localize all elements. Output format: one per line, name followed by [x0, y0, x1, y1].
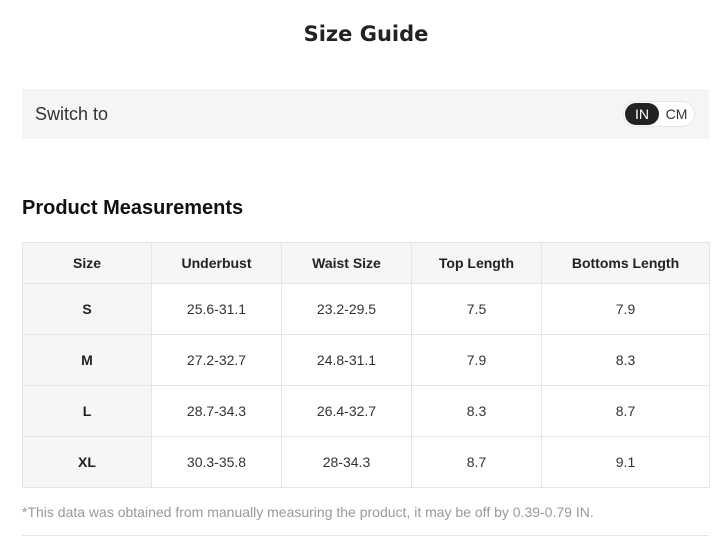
table-cell: 8.7 [411, 436, 542, 488]
section-heading: Product Measurements [22, 197, 244, 219]
unit-option-in[interactable]: IN [625, 103, 659, 125]
table-row: S 25.6-31.1 23.2-29.5 7.5 7.9 [22, 283, 710, 335]
measurements-table: Size Underbust Waist Size Top Length Bot… [22, 242, 710, 488]
size-cell: M [22, 334, 152, 386]
table-cell: 7.9 [411, 334, 542, 386]
table-cell: 8.7 [541, 385, 710, 437]
table-row: XL 30.3-35.8 28-34.3 8.7 9.1 [22, 436, 710, 488]
switch-label: Switch to [35, 104, 109, 124]
table-cell: 23.2-29.5 [281, 283, 412, 335]
table-cell: 28-34.3 [281, 436, 412, 488]
column-header: Size [22, 242, 152, 284]
column-header: Underbust [151, 242, 282, 284]
table-cell: 26.4-32.7 [281, 385, 412, 437]
unit-switch-bar: Switch to IN CM [22, 89, 709, 139]
table-cell: 8.3 [541, 334, 710, 386]
column-header: Waist Size [281, 242, 412, 284]
table-row: M 27.2-32.7 24.8-31.1 7.9 8.3 [22, 334, 710, 386]
table-header-row: Size Underbust Waist Size Top Length Bot… [22, 242, 710, 284]
table-cell: 7.5 [411, 283, 542, 335]
table-cell: 30.3-35.8 [151, 436, 282, 488]
size-cell: L [22, 385, 152, 437]
table-row: L 28.7-34.3 26.4-32.7 8.3 8.7 [22, 385, 710, 437]
table-cell: 25.6-31.1 [151, 283, 282, 335]
column-header: Bottoms Length [541, 242, 710, 284]
unit-option-cm[interactable]: CM [660, 103, 693, 125]
divider [22, 535, 709, 536]
table-cell: 7.9 [541, 283, 710, 335]
unit-toggle[interactable]: IN CM [623, 101, 695, 127]
column-header: Top Length [411, 242, 542, 284]
table-cell: 24.8-31.1 [281, 334, 412, 386]
table-cell: 8.3 [411, 385, 542, 437]
table-cell: 27.2-32.7 [151, 334, 282, 386]
measurement-note: *This data was obtained from manually me… [22, 504, 594, 520]
table-cell: 28.7-34.3 [151, 385, 282, 437]
page-title: Size Guide [303, 22, 429, 46]
size-cell: XL [22, 436, 152, 488]
size-cell: S [22, 283, 152, 335]
table-cell: 9.1 [541, 436, 710, 488]
